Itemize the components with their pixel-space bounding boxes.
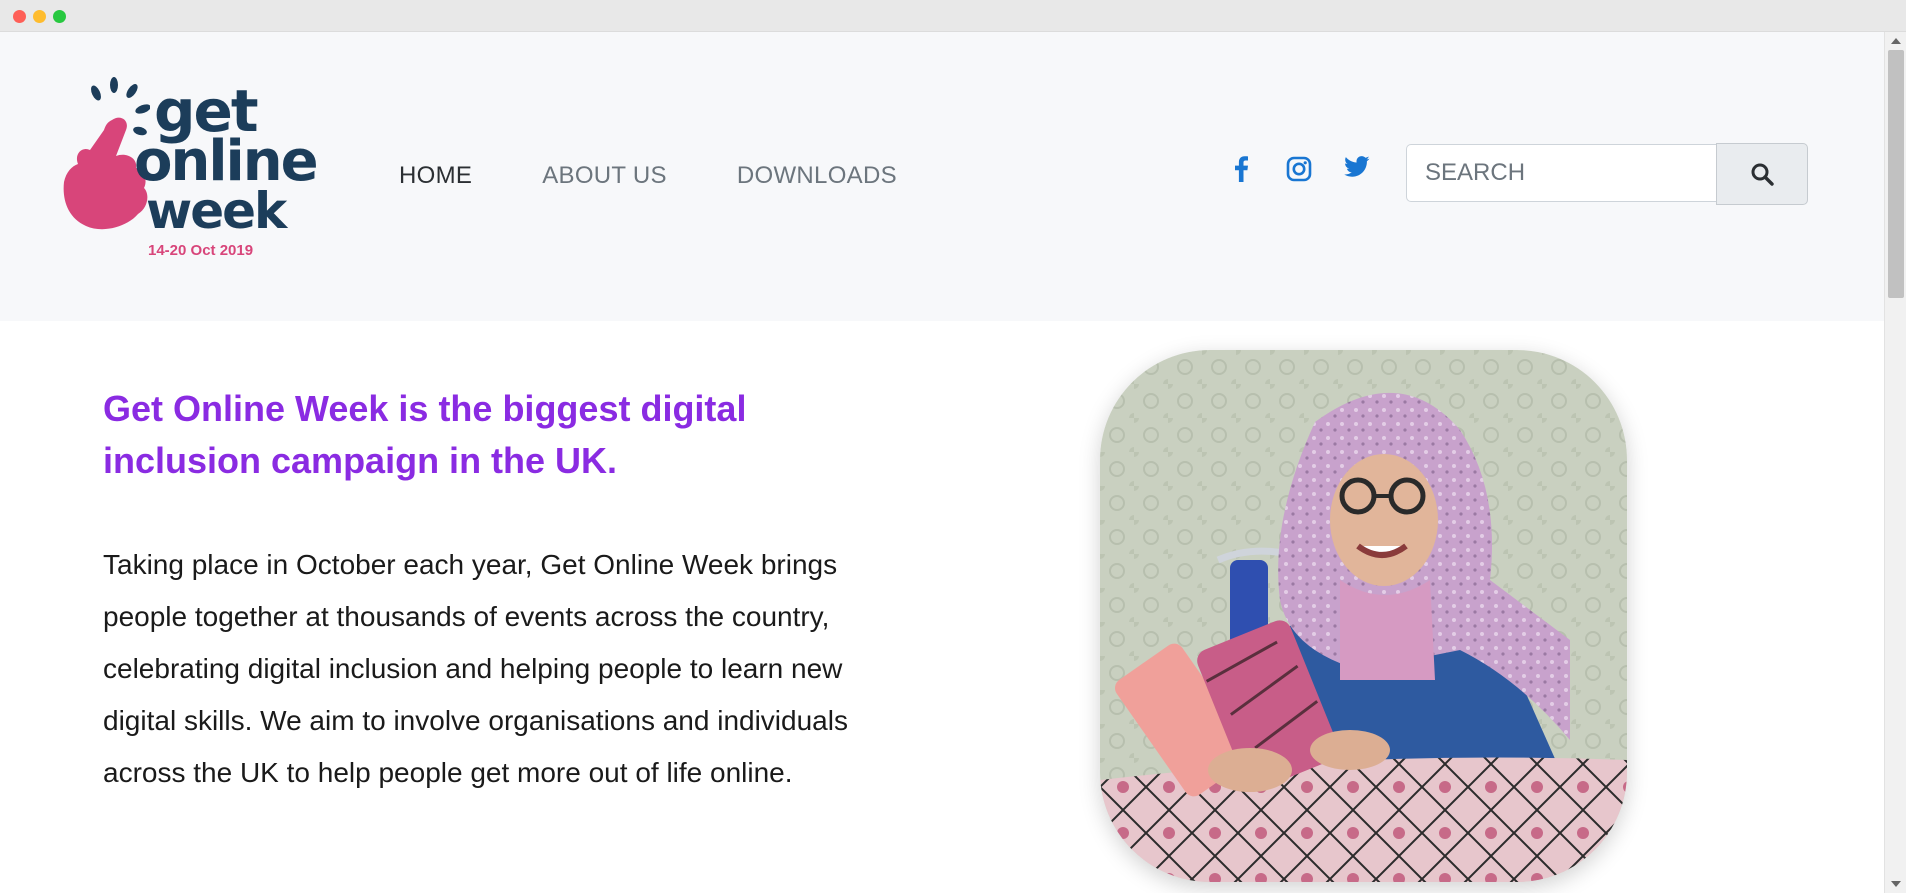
instagram-icon[interactable] bbox=[1286, 156, 1312, 187]
minimize-window-button[interactable] bbox=[33, 10, 46, 23]
facebook-icon[interactable] bbox=[1233, 156, 1249, 187]
logo-date: 14-20 Oct 2019 bbox=[148, 242, 254, 259]
twitter-icon[interactable] bbox=[1344, 156, 1370, 183]
intro-body: Taking place in October each year, Get O… bbox=[103, 549, 848, 788]
maximize-window-button[interactable] bbox=[53, 10, 66, 23]
nav-about-us[interactable]: ABOUT US bbox=[542, 162, 667, 190]
page-viewport: get online week 14-20 Oct 2019 HOME ABOU… bbox=[0, 32, 1906, 893]
intro-section: Get Online Week is the biggest digital i… bbox=[103, 383, 923, 799]
scroll-up-arrow-icon[interactable] bbox=[1891, 38, 1901, 44]
hero-photo bbox=[1100, 350, 1627, 882]
intro-headline: Get Online Week is the biggest digital i… bbox=[103, 388, 747, 481]
vertical-scrollbar[interactable] bbox=[1884, 32, 1906, 893]
site-header: get online week 14-20 Oct 2019 HOME ABOU… bbox=[0, 32, 1884, 321]
main-nav: HOME ABOUT US DOWNLOADS bbox=[399, 162, 967, 190]
close-window-button[interactable] bbox=[13, 10, 26, 23]
logo-word-week: week bbox=[146, 182, 287, 240]
search-icon bbox=[1751, 163, 1774, 186]
search-form bbox=[1406, 143, 1808, 205]
nav-home[interactable]: HOME bbox=[399, 162, 472, 190]
site-logo[interactable]: get online week 14-20 Oct 2019 bbox=[60, 76, 320, 259]
scroll-thumb[interactable] bbox=[1888, 50, 1904, 298]
scroll-down-arrow-icon[interactable] bbox=[1891, 881, 1901, 887]
nav-downloads[interactable]: DOWNLOADS bbox=[737, 162, 897, 190]
search-input[interactable] bbox=[1406, 144, 1716, 202]
browser-titlebar bbox=[0, 0, 1906, 32]
search-button[interactable] bbox=[1716, 143, 1808, 205]
